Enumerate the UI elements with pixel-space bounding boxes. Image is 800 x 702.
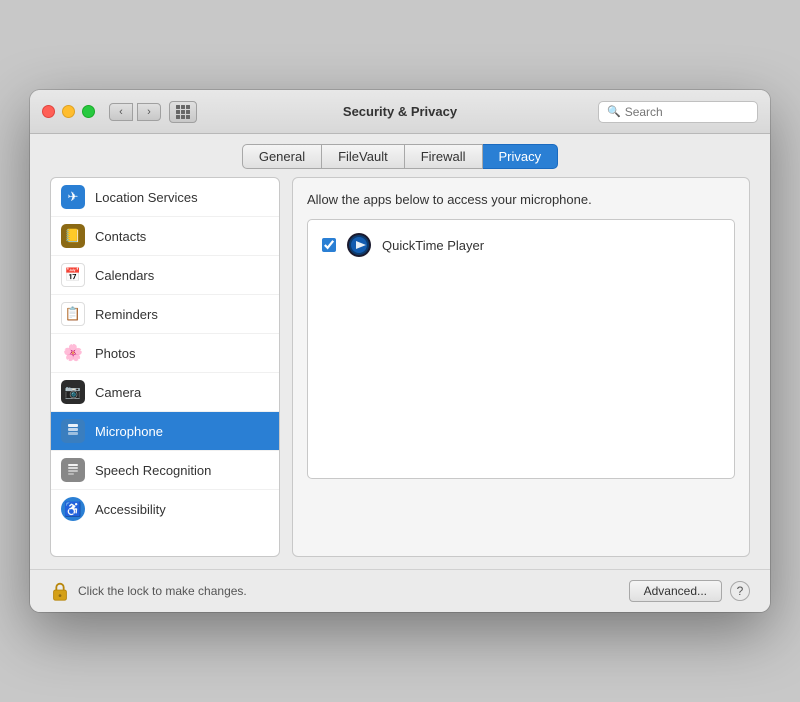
lock-text: Click the lock to make changes.	[78, 584, 247, 598]
sidebar-label-calendars: Calendars	[95, 268, 154, 283]
sidebar-label-speech: Speech Recognition	[95, 463, 211, 478]
search-icon: 🔍	[607, 105, 621, 118]
microphone-icon	[61, 419, 85, 443]
nav-buttons: ‹ ›	[109, 103, 161, 121]
speech-icon	[61, 458, 85, 482]
traffic-lights	[42, 105, 95, 118]
sidebar-item-camera[interactable]: 📷 Camera	[51, 373, 279, 412]
grid-icon	[176, 105, 190, 119]
sidebar-item-reminders[interactable]: 📋 Reminders	[51, 295, 279, 334]
titlebar: ‹ › Security & Privacy 🔍	[30, 90, 770, 134]
accessibility-icon: ♿	[61, 497, 85, 521]
right-panel: Allow the apps below to access your micr…	[292, 177, 750, 557]
search-bar[interactable]: 🔍	[598, 101, 758, 123]
sidebar-item-contacts[interactable]: 📒 Contacts	[51, 217, 279, 256]
sidebar-item-microphone[interactable]: Microphone	[51, 412, 279, 451]
window-title: Security & Privacy	[343, 104, 457, 119]
apps-list: QuickTime Player	[307, 219, 735, 479]
main-content: ✈ Location Services 📒 Contacts 📅 Calenda…	[50, 177, 750, 569]
tabs-bar: General FileVault Firewall Privacy	[30, 134, 770, 177]
help-button[interactable]: ?	[730, 581, 750, 601]
search-input[interactable]	[625, 105, 749, 119]
lock-section: Click the lock to make changes.	[50, 580, 247, 602]
sidebar-item-calendars[interactable]: 📅 Calendars	[51, 256, 279, 295]
advanced-button[interactable]: Advanced...	[629, 580, 722, 602]
sidebar-label-camera: Camera	[95, 385, 141, 400]
location-icon: ✈	[61, 185, 85, 209]
bottom-right-actions: Advanced... ?	[629, 580, 750, 602]
sidebar: ✈ Location Services 📒 Contacts 📅 Calenda…	[50, 177, 280, 557]
sidebar-label-contacts: Contacts	[95, 229, 146, 244]
photos-icon: 🌸	[61, 341, 85, 365]
grid-view-button[interactable]	[169, 101, 197, 123]
calendars-icon: 📅	[61, 263, 85, 287]
tab-firewall[interactable]: Firewall	[405, 144, 483, 169]
quicktime-checkbox[interactable]	[322, 238, 336, 252]
panel-description: Allow the apps below to access your micr…	[307, 192, 735, 207]
tab-filevault[interactable]: FileVault	[322, 144, 405, 169]
sidebar-label-reminders: Reminders	[95, 307, 158, 322]
back-button[interactable]: ‹	[109, 103, 133, 121]
contacts-icon: 📒	[61, 224, 85, 248]
sidebar-label-location: Location Services	[95, 190, 198, 205]
close-button[interactable]	[42, 105, 55, 118]
main-window: ‹ › Security & Privacy 🔍 General FileVau…	[30, 90, 770, 612]
forward-button[interactable]: ›	[137, 103, 161, 121]
quicktime-app-icon	[346, 232, 372, 258]
sidebar-item-speech[interactable]: Speech Recognition	[51, 451, 279, 490]
app-item-quicktime: QuickTime Player	[316, 228, 726, 262]
tab-privacy[interactable]: Privacy	[483, 144, 559, 169]
quicktime-app-name: QuickTime Player	[382, 238, 484, 253]
reminders-icon: 📋	[61, 302, 85, 326]
sidebar-item-location[interactable]: ✈ Location Services	[51, 178, 279, 217]
maximize-button[interactable]	[82, 105, 95, 118]
lock-icon[interactable]	[50, 580, 70, 602]
camera-icon: 📷	[61, 380, 85, 404]
sidebar-label-photos: Photos	[95, 346, 135, 361]
tab-general[interactable]: General	[242, 144, 322, 169]
sidebar-label-microphone: Microphone	[95, 424, 163, 439]
sidebar-item-photos[interactable]: 🌸 Photos	[51, 334, 279, 373]
minimize-button[interactable]	[62, 105, 75, 118]
sidebar-label-accessibility: Accessibility	[95, 502, 166, 517]
sidebar-item-accessibility[interactable]: ♿ Accessibility	[51, 490, 279, 528]
bottom-bar: Click the lock to make changes. Advanced…	[30, 569, 770, 612]
